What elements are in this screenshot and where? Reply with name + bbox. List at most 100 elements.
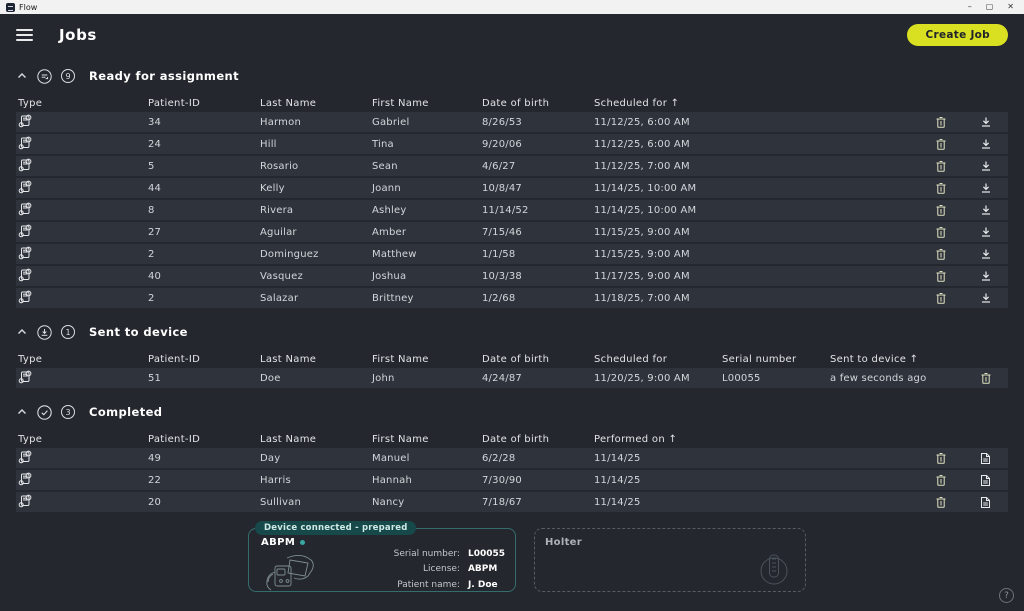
- column-header[interactable]: Date of birth: [482, 434, 594, 445]
- ready-count-badge: 9: [61, 69, 75, 83]
- table-cell: 11/20/25, 9:00 AM: [594, 373, 722, 384]
- field-value: ABPM: [468, 564, 505, 576]
- delete-button[interactable]: [918, 160, 963, 173]
- table-cell: Harris: [260, 475, 372, 486]
- table-cell: Aguilar: [260, 227, 372, 238]
- delete-button[interactable]: [918, 116, 963, 129]
- table-cell: 11/12/25, 6:00 AM: [594, 117, 918, 128]
- table-row[interactable]: 8RiveraAshley11/14/5211/14/25, 10:00 AM: [16, 200, 1008, 220]
- table-cell: Joann: [372, 183, 482, 194]
- table-row[interactable]: 5RosarioSean4/6/2711/12/25, 7:00 AM: [16, 156, 1008, 176]
- table-cell: 1/2/68: [482, 293, 594, 304]
- table-row[interactable]: 34HarmonGabriel8/26/5311/12/25, 6:00 AM: [16, 112, 1008, 132]
- column-header[interactable]: Last Name: [260, 434, 372, 445]
- column-header[interactable]: Scheduled for ↑: [594, 98, 918, 109]
- column-header[interactable]: First Name: [372, 434, 482, 445]
- download-button[interactable]: [963, 226, 1008, 238]
- table-row[interactable]: 22HarrisHannah7/30/9011/14/25: [16, 470, 1008, 490]
- table-cell: Hannah: [372, 475, 482, 486]
- table-cell: Salazar: [260, 293, 372, 304]
- column-header[interactable]: Performed on ↑: [594, 434, 918, 445]
- app-header: Jobs Create Job: [0, 14, 1024, 52]
- table-row[interactable]: 49DayManuel6/2/2811/14/25: [16, 448, 1008, 468]
- download-button[interactable]: [963, 116, 1008, 128]
- table-cell: 22: [148, 475, 260, 486]
- collapse-chevron-icon[interactable]: [16, 406, 28, 418]
- completed-count-badge: 3: [61, 405, 75, 419]
- delete-button[interactable]: [918, 496, 963, 509]
- delete-button[interactable]: [918, 182, 963, 195]
- table-row[interactable]: 27AguilarAmber7/15/4611/15/25, 9:00 AM: [16, 222, 1008, 242]
- delete-button[interactable]: [918, 292, 963, 305]
- maximize-icon[interactable]: ▢: [986, 0, 994, 14]
- delete-button[interactable]: [918, 204, 963, 217]
- column-header[interactable]: Type: [16, 434, 148, 445]
- delete-button[interactable]: [918, 452, 963, 465]
- download-button[interactable]: [963, 182, 1008, 194]
- table-row[interactable]: 20SullivanNancy7/18/6711/14/25: [16, 492, 1008, 512]
- minimize-icon[interactable]: –: [968, 0, 972, 14]
- create-job-button[interactable]: Create Job: [907, 24, 1008, 46]
- help-icon[interactable]: ?: [999, 588, 1014, 603]
- download-button[interactable]: [963, 292, 1008, 304]
- field-value: L00055: [468, 549, 505, 561]
- column-header[interactable]: Date of birth: [482, 354, 594, 365]
- column-header[interactable]: Type: [16, 98, 148, 109]
- download-button[interactable]: [963, 204, 1008, 216]
- table-cell: 11/12/25, 6:00 AM: [594, 139, 918, 150]
- table-cell: 11/14/52: [482, 205, 594, 216]
- column-header[interactable]: First Name: [372, 98, 482, 109]
- delete-button[interactable]: [918, 138, 963, 151]
- table-cell: Doe: [260, 373, 372, 384]
- sent-count-badge: 1: [61, 325, 75, 339]
- collapse-chevron-icon[interactable]: [16, 70, 28, 82]
- table-cell: Tina: [372, 139, 482, 150]
- column-header[interactable]: Date of birth: [482, 98, 594, 109]
- table-row[interactable]: 44KellyJoann10/8/4711/14/25, 10:00 AM: [16, 178, 1008, 198]
- download-button[interactable]: [963, 160, 1008, 172]
- column-header[interactable]: Type: [16, 354, 148, 365]
- column-header[interactable]: Last Name: [260, 98, 372, 109]
- collapse-chevron-icon[interactable]: [16, 326, 28, 338]
- download-button[interactable]: [963, 270, 1008, 282]
- table-cell: 24: [148, 139, 260, 150]
- table-cell: 10/3/38: [482, 271, 594, 282]
- delete-button[interactable]: [918, 226, 963, 239]
- table-cell: 2: [148, 249, 260, 260]
- column-header[interactable]: Patient-ID: [148, 354, 260, 365]
- column-header[interactable]: Last Name: [260, 354, 372, 365]
- report-button[interactable]: [963, 496, 1008, 509]
- delete-button[interactable]: [918, 474, 963, 487]
- delete-button[interactable]: [963, 372, 1008, 385]
- table-cell: 2: [148, 293, 260, 304]
- menu-icon[interactable]: [16, 29, 33, 41]
- column-header[interactable]: Sent to device ↑: [830, 354, 963, 365]
- device-status-badge: Device connected - prepared: [255, 521, 416, 535]
- download-button[interactable]: [963, 248, 1008, 260]
- table-row[interactable]: 40VasquezJoshua10/3/3811/17/25, 9:00 AM: [16, 266, 1008, 286]
- close-icon[interactable]: ✕: [1007, 0, 1014, 14]
- table-row[interactable]: 2DominguezMatthew1/1/5811/15/25, 9:00 AM: [16, 244, 1008, 264]
- abpm-device-card[interactable]: Device connected - prepared ABPM Serial …: [248, 528, 516, 592]
- os-titlebar: Flow – ▢ ✕: [0, 0, 1024, 14]
- job-type-icon: [16, 246, 148, 263]
- column-header[interactable]: First Name: [372, 354, 482, 365]
- delete-button[interactable]: [918, 248, 963, 261]
- report-button[interactable]: [963, 452, 1008, 465]
- column-header[interactable]: Patient-ID: [148, 98, 260, 109]
- table-row[interactable]: 51DoeJohn4/24/8711/20/25, 9:00 AML00055a…: [16, 368, 1008, 388]
- holter-device-illustration: [757, 549, 791, 587]
- table-cell: 34: [148, 117, 260, 128]
- section-sent-header: 1 Sent to device: [16, 323, 1008, 341]
- table-row[interactable]: 2SalazarBrittney1/2/6811/18/25, 7:00 AM: [16, 288, 1008, 308]
- delete-button[interactable]: [918, 270, 963, 283]
- download-button[interactable]: [963, 138, 1008, 150]
- column-header[interactable]: Scheduled for: [594, 354, 722, 365]
- table-cell: Joshua: [372, 271, 482, 282]
- table-cell: 11/14/25: [594, 453, 918, 464]
- table-row[interactable]: 24HillTina9/20/0611/12/25, 6:00 AM: [16, 134, 1008, 154]
- report-button[interactable]: [963, 474, 1008, 487]
- column-header[interactable]: Serial number: [722, 354, 830, 365]
- holter-device-card[interactable]: Holter: [534, 528, 806, 592]
- column-header[interactable]: Patient-ID: [148, 434, 260, 445]
